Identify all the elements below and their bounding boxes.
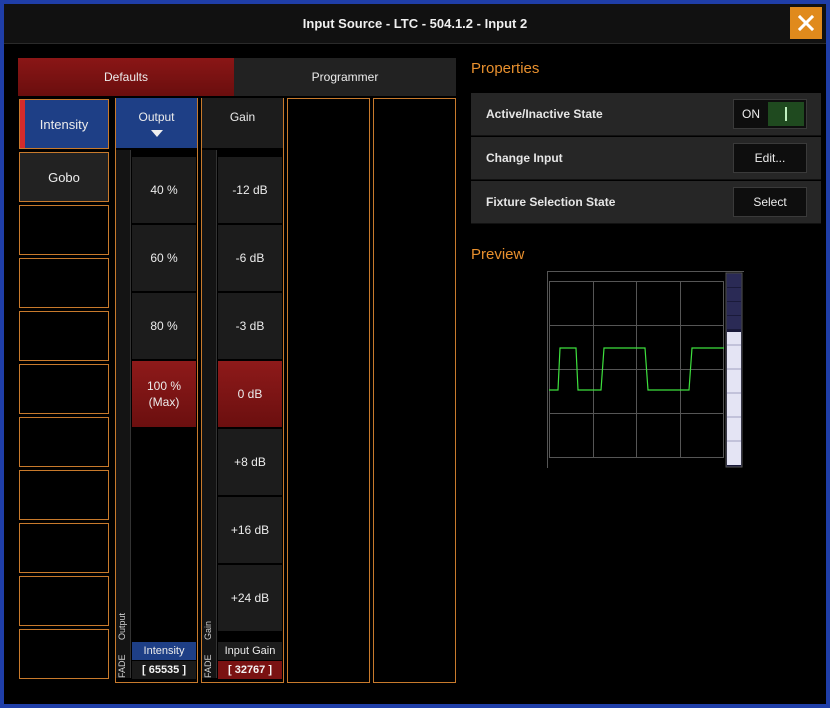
gain-fade-strip[interactable] <box>202 150 217 678</box>
property-label: Fixture Selection State <box>486 195 616 209</box>
output-header[interactable]: Output <box>116 98 197 148</box>
select-button[interactable]: Select <box>733 187 807 217</box>
tab-programmer[interactable]: Programmer <box>234 58 456 96</box>
left-item-empty[interactable] <box>19 417 109 467</box>
output-cell-active[interactable]: 100 % (Max) <box>132 361 196 428</box>
left-item-empty[interactable] <box>19 576 109 626</box>
window-title: Input Source - LTC - 504.1.2 - Input 2 <box>302 16 528 31</box>
left-item-label: Gobo <box>48 169 80 185</box>
output-cell[interactable]: 60 % <box>132 225 196 292</box>
left-item-empty[interactable] <box>19 470 109 520</box>
property-label: Active/Inactive State <box>486 107 603 121</box>
output-cell[interactable]: 80 % <box>132 293 196 360</box>
toggle-label: ON <box>742 107 760 121</box>
close-button[interactable] <box>790 7 822 39</box>
empty-column-frame <box>373 98 456 683</box>
title-bar: Input Source - LTC - 504.1.2 - Input 2 <box>4 4 826 44</box>
waveform-graph <box>548 272 745 469</box>
gain-cell[interactable]: +8 dB <box>218 429 282 496</box>
left-item-gobo[interactable]: Gobo <box>19 152 109 202</box>
left-item-empty[interactable] <box>19 258 109 308</box>
left-item-label: Intensity <box>39 116 89 132</box>
gain-cell[interactable]: +16 dB <box>218 497 282 564</box>
output-cell[interactable]: 40 % <box>132 157 196 224</box>
gain-strip-label: Gain <box>203 620 213 640</box>
property-row-active-state: Active/Inactive State ON <box>471 93 821 136</box>
close-icon <box>797 14 815 32</box>
gain-footer-value: [ 32767 ] <box>218 661 282 679</box>
gain-cell[interactable]: +24 dB <box>218 565 282 632</box>
level-meter-fill <box>727 332 741 465</box>
gain-cell[interactable]: -3 dB <box>218 293 282 360</box>
edit-button[interactable]: Edit... <box>733 143 807 173</box>
gain-cell-active[interactable]: 0 dB <box>218 361 282 428</box>
property-label: Change Input <box>486 151 563 165</box>
property-row-change-input: Change Input Edit... <box>471 137 821 180</box>
output-header-label: Output <box>138 110 175 124</box>
tab-defaults[interactable]: Defaults <box>18 58 234 96</box>
gain-cell[interactable]: -6 dB <box>218 225 282 292</box>
output-fade-label: FADE <box>117 654 127 678</box>
output-strip-label: Output <box>117 612 127 640</box>
left-item-empty[interactable] <box>19 311 109 361</box>
gain-fade-label: FADE <box>203 654 213 678</box>
property-row-fixture-selection: Fixture Selection State Select <box>471 181 821 224</box>
output-fade-strip[interactable] <box>116 150 131 678</box>
gain-header-label: Gain <box>229 110 256 124</box>
gain-footer-label: Input Gain <box>218 642 282 660</box>
left-item-empty[interactable] <box>19 205 109 255</box>
gain-header[interactable]: Gain <box>202 98 283 148</box>
properties-title: Properties <box>471 60 540 77</box>
preview-waveform <box>547 271 745 469</box>
toggle-switch-icon <box>768 102 804 126</box>
left-item-empty[interactable] <box>19 364 109 414</box>
output-footer-value: [ 65535 ] <box>132 661 196 679</box>
triangle-down-icon <box>150 130 163 137</box>
left-item-empty[interactable] <box>19 629 109 679</box>
empty-column-frame <box>287 98 370 683</box>
gain-cell[interactable]: -12 dB <box>218 157 282 224</box>
left-item-intensity[interactable]: Intensity <box>19 99 109 149</box>
active-state-toggle[interactable]: ON <box>733 99 807 129</box>
output-footer-label: Intensity <box>132 642 196 660</box>
left-item-empty[interactable] <box>19 523 109 573</box>
preview-title: Preview <box>471 246 525 263</box>
